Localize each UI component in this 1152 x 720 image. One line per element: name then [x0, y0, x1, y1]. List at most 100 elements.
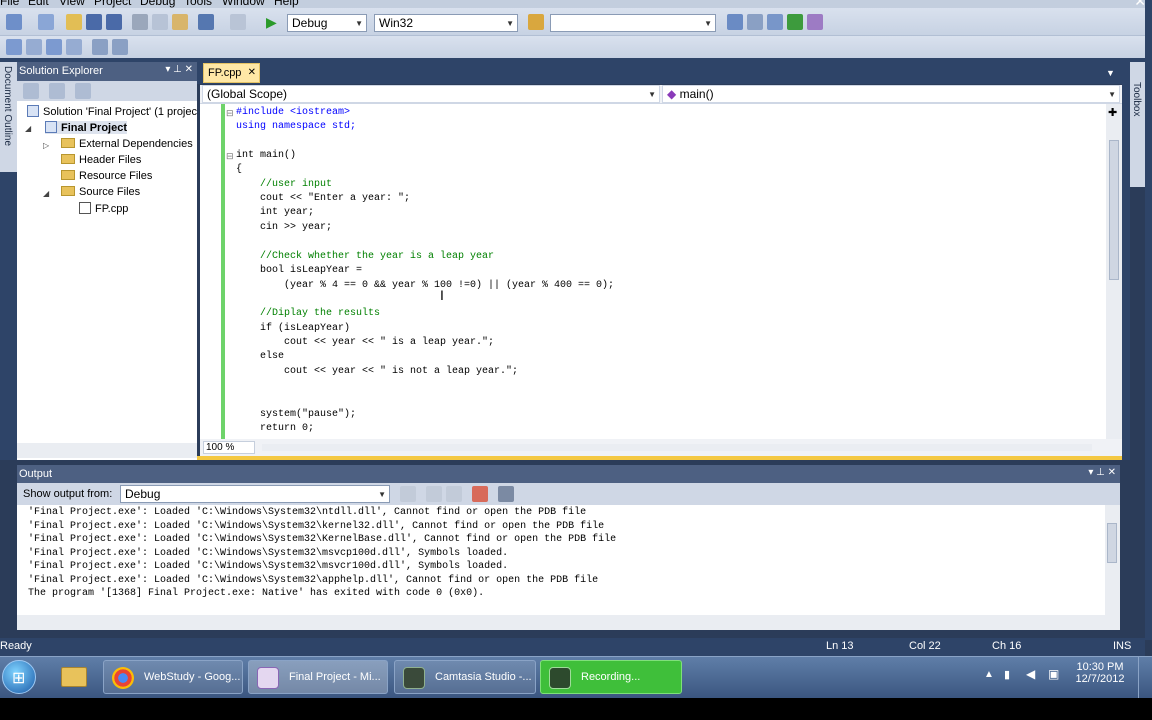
code-line-12: bool isLeapYear =	[236, 265, 363, 276]
show-desktop-button[interactable]	[1138, 657, 1152, 698]
add-item-icon[interactable]	[38, 14, 54, 30]
folder-icon	[61, 186, 75, 196]
zoom-dropdown[interactable]: 100 %	[203, 441, 255, 454]
redo-icon[interactable]	[230, 14, 246, 30]
text-editor-toolbar	[0, 36, 1145, 58]
refresh-icon[interactable]	[75, 83, 91, 99]
new-project-icon[interactable]	[6, 14, 22, 30]
member-dropdown[interactable]: ◆ main() ▼	[662, 85, 1120, 103]
next-message-icon[interactable]	[446, 486, 462, 502]
word-wrap-icon[interactable]	[498, 486, 514, 502]
toolbox-icon[interactable]	[807, 14, 823, 30]
save-icon[interactable]	[86, 14, 102, 30]
cut-icon[interactable]	[132, 14, 148, 30]
output-line: 'Final Project.exe': Loaded 'C:\Windows\…	[28, 575, 599, 586]
output-hscroll[interactable]	[17, 615, 1120, 630]
output-source-dropdown[interactable]: Debug ▼	[120, 485, 390, 503]
show-all-files-icon[interactable]	[49, 83, 65, 99]
start-debugging-icon[interactable]: ▶	[266, 14, 282, 30]
pin-icon[interactable]: ▾ ⊥ ✕	[165, 64, 193, 75]
menu-edit[interactable]: Edit	[28, 0, 49, 8]
properties-icon[interactable]	[747, 14, 763, 30]
chevron-down-icon: ▼	[355, 19, 363, 28]
windows-logo-icon: ⊞	[12, 670, 26, 687]
quick-info-icon[interactable]	[66, 39, 82, 55]
find-input[interactable]: ▼	[550, 14, 716, 32]
tree-resource-files[interactable]: Resource Files	[61, 170, 152, 182]
save-all-icon[interactable]	[106, 14, 122, 30]
scroll-thumb[interactable]	[1107, 523, 1117, 563]
tree-header-files[interactable]: Header Files	[61, 154, 141, 166]
solution-explorer-icon[interactable]	[767, 14, 783, 30]
tree-external-dependencies[interactable]: External Dependencies	[61, 138, 193, 150]
scope-dropdown[interactable]: (Global Scope) ▼	[202, 85, 660, 103]
method-icon: ◆	[667, 87, 677, 101]
editor-hscroll[interactable]	[262, 444, 1092, 451]
start-button[interactable]: ⊞	[2, 660, 36, 694]
properties-icon[interactable]	[23, 83, 39, 99]
object-browser-icon[interactable]	[787, 14, 803, 30]
solution-config-dropdown[interactable]: Debug ▼	[287, 14, 367, 32]
code-line-4: int main()	[236, 150, 297, 161]
collapse-arrow-icon[interactable]: ◢	[25, 124, 31, 133]
letterbox-bar	[0, 698, 1152, 720]
show-hidden-icons-icon[interactable]: ▲	[984, 669, 994, 680]
tab-menu-icon[interactable]: ▼	[1106, 68, 1115, 78]
output-vscroll[interactable]	[1105, 505, 1120, 615]
folder-icon	[61, 170, 75, 180]
tree-solution[interactable]: Solution 'Final Project' (1 projec	[27, 105, 197, 118]
close-tab-icon[interactable]: ✕	[248, 67, 256, 78]
pin-icon[interactable]: ▾ ⊥ ✕	[1088, 467, 1116, 478]
status-text: Ready	[0, 640, 32, 652]
volume-icon[interactable]: ◀	[1026, 667, 1035, 681]
menu-file[interactable]: File	[0, 0, 19, 8]
editor-vscroll[interactable]	[1106, 104, 1122, 439]
collapse-include-icon[interactable]: ⊟	[226, 108, 234, 119]
close-icon[interactable]: ✕	[1134, 0, 1146, 10]
split-icon[interactable]: ✚	[1108, 106, 1117, 119]
collapse-arrow-icon[interactable]: ◢	[43, 189, 49, 198]
solution-explorer-hscroll[interactable]	[17, 443, 197, 458]
code-line-23: return 0;	[236, 423, 315, 434]
comment-icon[interactable]	[92, 39, 108, 55]
taskbar-visual-studio[interactable]: Final Project - Mi...	[248, 660, 388, 694]
previous-message-icon[interactable]	[426, 486, 442, 502]
power-icon[interactable]: ▣	[1048, 667, 1059, 681]
paste-icon[interactable]	[172, 14, 188, 30]
tree-source-files[interactable]: Source Files	[61, 186, 140, 198]
taskbar-recording[interactable]: Recording...	[540, 660, 682, 694]
document-outline-tab[interactable]: Document Outline	[0, 62, 17, 172]
uncomment-icon[interactable]	[112, 39, 128, 55]
menu-help[interactable]: Help	[274, 0, 299, 8]
code-line-2: using namespace std;	[236, 121, 357, 132]
tree-fp-cpp[interactable]: FP.cpp	[79, 202, 128, 215]
find-in-files-icon[interactable]	[528, 14, 544, 30]
menu-view[interactable]: View	[59, 0, 85, 8]
find-message-icon[interactable]	[400, 486, 416, 502]
undo-icon[interactable]	[198, 14, 214, 30]
open-file-icon[interactable]	[66, 14, 82, 30]
expand-arrow-icon[interactable]: ▷	[43, 141, 49, 150]
member-list-icon[interactable]	[46, 39, 62, 55]
find-icon[interactable]	[727, 14, 743, 30]
menu-project[interactable]: Project	[94, 0, 131, 8]
platform-dropdown[interactable]: Win32 ▼	[374, 14, 518, 32]
network-icon[interactable]: ▮	[1004, 668, 1010, 681]
tree-project[interactable]: Final Project	[45, 121, 128, 134]
indent-icon[interactable]	[6, 39, 22, 55]
output-text[interactable]: 'Final Project.exe': Loaded 'C:\Windows\…	[17, 505, 1120, 615]
taskbar-camtasia[interactable]: Camtasia Studio -...	[394, 660, 536, 694]
menu-debug[interactable]: Debug	[140, 0, 175, 8]
menu-tools[interactable]: Tools	[184, 0, 212, 8]
toolbox-tab[interactable]: Toolbox	[1130, 62, 1145, 187]
clear-all-icon[interactable]	[472, 486, 488, 502]
taskbar-chrome[interactable]: WebStudy - Goog...	[103, 660, 243, 694]
copy-icon[interactable]	[152, 14, 168, 30]
collapse-main-icon[interactable]: ⊟	[226, 151, 234, 162]
clock[interactable]: 10:30 PM 12/7/2012	[1074, 661, 1126, 685]
outdent-icon[interactable]	[26, 39, 42, 55]
menu-window[interactable]: Window	[222, 0, 265, 8]
scroll-thumb[interactable]	[1109, 140, 1119, 280]
tab-fp-cpp[interactable]: FP.cpp ✕	[203, 63, 260, 83]
explorer-pinned[interactable]	[55, 661, 93, 695]
